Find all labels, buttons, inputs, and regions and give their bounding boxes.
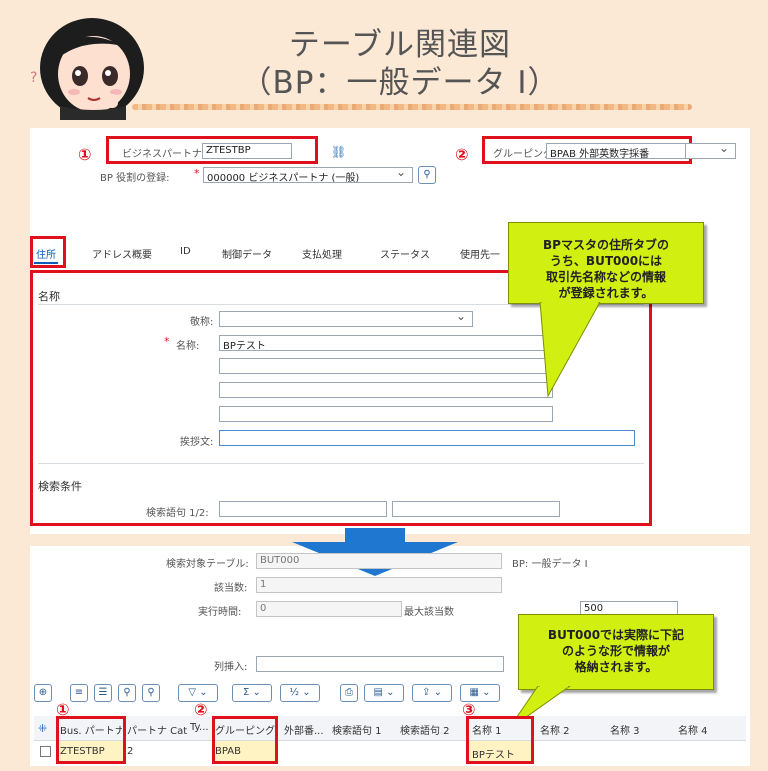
column-header-name-3[interactable]: 名称 3 xyxy=(610,722,666,737)
greeting-label: 挨拶文: xyxy=(180,437,214,448)
title-line-2: （BP：一般データ Ⅰ） xyxy=(240,65,560,101)
name-input-2[interactable] xyxy=(219,358,553,374)
salutation-select[interactable] xyxy=(219,311,473,327)
max-hits-label: 最大該当数 xyxy=(404,607,454,618)
tab-control-data[interactable]: 制御データ xyxy=(222,246,272,261)
role-select[interactable]: 000000 ビジネスパートナ (一般) xyxy=(203,167,413,183)
table-label: 検索対象テーブル: xyxy=(166,559,249,570)
cell-category: 2 xyxy=(127,746,134,757)
marker-2: ② xyxy=(455,145,469,164)
highlight-box-grouping-column xyxy=(212,716,278,764)
name-required-mark: * xyxy=(164,335,170,348)
callout-1-line-3: 取引先名称などの情報 xyxy=(545,270,666,284)
callout-1-line-1: BPマスタの住所タブの xyxy=(543,238,669,252)
column-header-search-1[interactable]: 検索語句 1 xyxy=(332,722,394,737)
marker-2-table: ② xyxy=(194,700,208,719)
bp-link-icon[interactable]: ⛓ xyxy=(331,145,346,159)
callout-1-pointer xyxy=(539,302,601,398)
tab-status[interactable]: ステータス xyxy=(380,246,430,261)
runtime-input: 0 xyxy=(256,601,402,617)
row-checkbox[interactable] xyxy=(40,746,51,757)
character-illustration: ? xyxy=(30,18,144,120)
active-tab-indicator xyxy=(34,262,58,264)
bp-input[interactable]: ZTESTBP xyxy=(202,143,292,159)
role-search-button[interactable]: ⚲ xyxy=(418,166,436,184)
search-section-heading: 検索条件 xyxy=(38,480,82,493)
callout-1-line-4: が登録されます。 xyxy=(558,286,654,300)
column-insert-label: 列挿入: xyxy=(214,662,248,673)
column-header-type[interactable]: Ty... xyxy=(190,722,214,733)
table-settings-icon[interactable]: ⁜ xyxy=(38,722,47,735)
column-header-category[interactable]: パートナ Cat. xyxy=(127,722,187,737)
view-dropdown-icon[interactable]: ▤ ⌄ xyxy=(364,684,404,702)
search-icon[interactable]: ⚲ xyxy=(118,684,136,702)
tab-address-overview[interactable]: アドレス概要 xyxy=(92,246,152,261)
hits-input: 1 xyxy=(256,577,502,593)
name-input-3[interactable] xyxy=(219,382,553,398)
column-header-search-2[interactable]: 検索語句 2 xyxy=(400,722,462,737)
subtotal-dropdown-icon[interactable]: ½ ⌄ xyxy=(280,684,320,702)
tab-where-used[interactable]: 使用先一 xyxy=(460,246,500,261)
name-section-heading: 名称 xyxy=(38,290,60,303)
salutation-label: 敬称: xyxy=(190,317,214,328)
name-input-1[interactable]: BPテスト xyxy=(219,335,553,351)
column-header-name-2[interactable]: 名称 2 xyxy=(540,722,596,737)
callout-2: BUT000では実際に下記 のような形で情報が 格納されます。 xyxy=(518,614,714,690)
hits-label: 該当数: xyxy=(214,583,248,594)
tab-id[interactable]: ID xyxy=(180,246,191,257)
greeting-input[interactable] xyxy=(219,430,635,446)
search-terms-label: 検索語句 1/2: xyxy=(146,508,209,519)
tab-address[interactable]: 住所 xyxy=(36,246,56,261)
callout-2-line-2: のような形で情報が xyxy=(561,644,670,658)
runtime-label: 実行時間: xyxy=(198,607,242,618)
print-icon[interactable]: ⎙ xyxy=(340,684,358,702)
marker-3-table: ③ xyxy=(462,700,476,719)
sum-dropdown-icon[interactable]: Σ ⌄ xyxy=(232,684,272,702)
filter-list-icon[interactable]: ☰ xyxy=(94,684,112,702)
table-input: BUT000 xyxy=(256,553,502,569)
callout-2-line-3: 格納されます。 xyxy=(574,660,658,674)
svg-text:?: ? xyxy=(30,70,37,86)
search-next-icon[interactable]: ⚲ xyxy=(142,684,160,702)
bp-label: ビジネスパートナ xyxy=(122,149,202,160)
column-insert-input[interactable] xyxy=(256,656,504,672)
callout-1: BPマスタの住所タブの うち、BUT000には 取引先名称などの情報 が登録され… xyxy=(508,222,704,304)
search-term-2-input[interactable] xyxy=(392,501,560,517)
column-header-name-4[interactable]: 名称 4 xyxy=(678,722,734,737)
required-mark: * xyxy=(194,167,200,180)
search-term-1-input[interactable] xyxy=(219,501,387,517)
decorative-divider xyxy=(132,104,692,110)
grouping-label: グルーピング xyxy=(493,149,553,160)
align-icon[interactable]: ≡ xyxy=(70,684,88,702)
tab-payment[interactable]: 支払処理 xyxy=(302,246,342,261)
name-label: 名称: xyxy=(176,341,200,352)
name-input-4[interactable] xyxy=(219,406,553,422)
title-line-1: テーブル関連図 xyxy=(288,27,512,63)
table-description: BP: 一般データ I xyxy=(512,559,588,570)
export-dropdown-icon[interactable]: ⇪ ⌄ xyxy=(412,684,452,702)
highlight-box-name-column xyxy=(466,716,534,764)
zoom-icon[interactable]: ⊕ xyxy=(34,684,52,702)
callout-1-line-2: うち、BUT000には xyxy=(549,254,663,268)
section-divider-2 xyxy=(38,463,644,464)
grouping-input[interactable]: BPAB 外部英数字採番 xyxy=(546,143,686,159)
role-label: BP 役割の登録: xyxy=(100,173,170,184)
highlight-box-bp-column xyxy=(56,716,126,764)
callout-2-line-1: BUT000では実際に下記 xyxy=(547,628,685,642)
marker-1-table: ① xyxy=(56,700,70,719)
grouping-dropdown[interactable] xyxy=(686,143,736,159)
column-header-external-no[interactable]: 外部番... xyxy=(284,722,330,737)
marker-1: ① xyxy=(78,145,92,164)
